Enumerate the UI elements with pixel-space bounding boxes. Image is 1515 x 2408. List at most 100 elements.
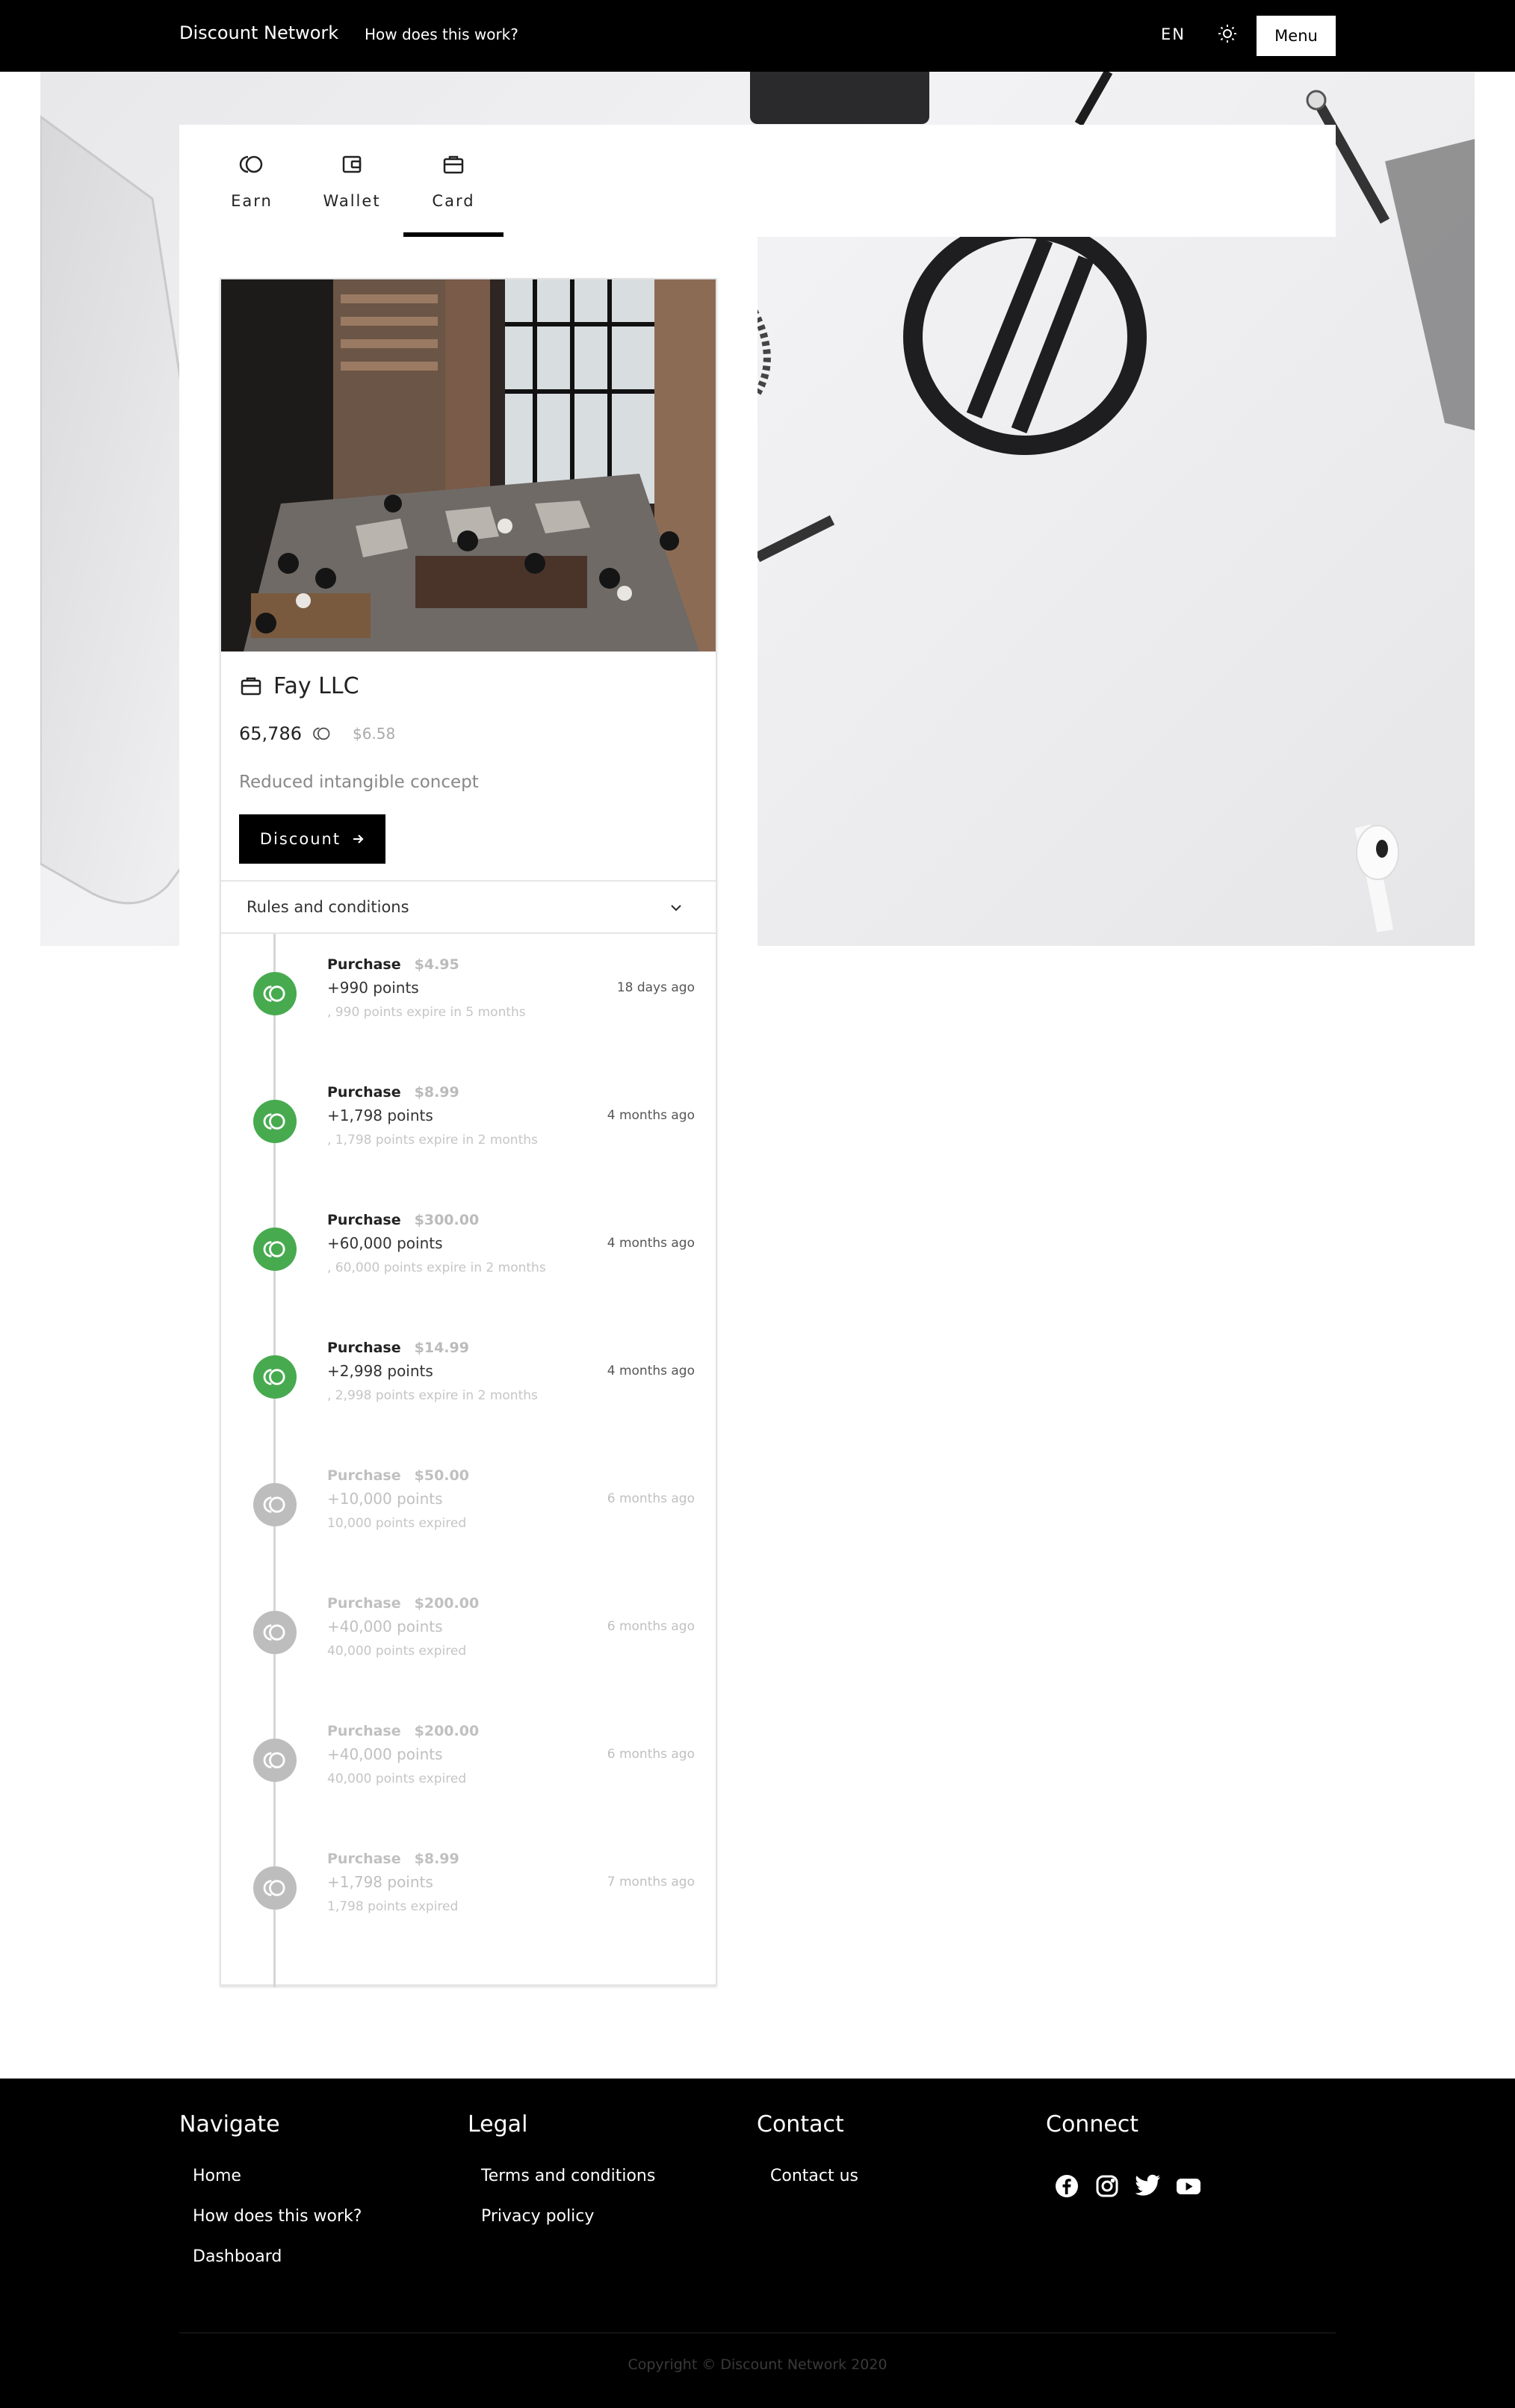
youtube-icon[interactable] (1176, 2174, 1200, 2198)
tab-wallet-label: Wallet (323, 192, 381, 210)
transaction-amount: $8.99 (414, 1084, 459, 1101)
transaction-amount: $50.00 (414, 1467, 469, 1484)
brand-link[interactable]: Discount Network (179, 22, 338, 43)
transaction-points: +1,798 points (327, 1106, 433, 1124)
how-it-works-link[interactable]: How does this work? (365, 25, 518, 43)
coin-icon (253, 1355, 297, 1399)
transaction-expiry-note: , 2,998 points expire in 2 months (327, 1388, 538, 1403)
footer-legal: Legal Terms and conditions Privacy polic… (468, 2111, 655, 2226)
footer-heading-contact: Contact (757, 2111, 844, 2138)
footer-link-home[interactable]: Home (193, 2167, 241, 2185)
coin-icon (253, 1866, 297, 1910)
discount-button-label: Discount (259, 830, 341, 848)
transaction-time: 7 months ago (607, 1875, 695, 1889)
transaction-title: Purchase (327, 1595, 401, 1612)
tab-bar: Earn Wallet Card (179, 125, 1336, 237)
discount-button[interactable]: Discount (239, 814, 385, 864)
transaction-expiry-note: 40,000 points expired (327, 1644, 467, 1659)
footer-link-privacy[interactable]: Privacy policy (481, 2207, 594, 2226)
card-icon (241, 677, 261, 696)
sun-icon[interactable] (1216, 22, 1239, 45)
timeline-item: Purchase $300.00 +60,000 points , 60,000 po… (221, 1188, 716, 1316)
copyright-text: Copyright © Discount Network 2020 (628, 2356, 887, 2373)
transaction-header: Purchase $200.00 (327, 1595, 479, 1612)
transaction-title: Purchase (327, 1084, 401, 1101)
tab-wallet[interactable]: Wallet (302, 125, 402, 237)
footer-heading-connect: Connect (1046, 2111, 1139, 2138)
transaction-points: +990 points (327, 979, 419, 997)
transaction-time: 6 months ago (607, 1619, 695, 1634)
coin-icon (239, 155, 263, 173)
coin-icon (313, 727, 330, 740)
merchant-name: Fay LLC (273, 672, 359, 699)
footer-link-contact[interactable]: Contact us (770, 2167, 858, 2185)
timeline-item: Purchase $200.00 +40,000 points 40,000 poin… (221, 1699, 716, 1827)
top-navbar: Discount Network How does this work? EN … (0, 0, 1515, 72)
footer-link-dashboard[interactable]: Dashboard (193, 2247, 282, 2266)
transaction-points: +40,000 points (327, 1745, 443, 1763)
transaction-points: +1,798 points (327, 1873, 433, 1891)
footer-link-how[interactable]: How does this work? (193, 2207, 362, 2226)
transaction-amount: $14.99 (414, 1340, 469, 1356)
coin-icon (253, 1739, 297, 1782)
tab-card[interactable]: Card (403, 125, 504, 237)
transaction-header: Purchase $8.99 (327, 1851, 459, 1867)
transaction-header: Purchase $50.00 (327, 1467, 469, 1484)
transaction-amount: $8.99 (414, 1851, 459, 1867)
transaction-points: +60,000 points (327, 1234, 443, 1252)
transaction-time: 4 months ago (607, 1364, 695, 1378)
card-title-row: Fay LLC (239, 671, 359, 701)
merchant-photo (221, 279, 716, 651)
coin-icon (253, 1228, 297, 1271)
timeline-item: Purchase $200.00 +40,000 points 40,000 poin… (221, 1571, 716, 1699)
menu-button[interactable]: Menu (1257, 16, 1336, 56)
transaction-title: Purchase (327, 956, 401, 973)
transaction-time: 4 months ago (607, 1236, 695, 1251)
dollar-value: $6.58 (352, 725, 396, 743)
footer-connect: Connect (1046, 2111, 1138, 2138)
points-value: 65,786 (239, 723, 302, 744)
card-icon (443, 155, 464, 174)
coin-icon (253, 972, 297, 1015)
coin-icon (253, 1483, 297, 1526)
coin-icon (253, 1100, 297, 1143)
transaction-points: +2,998 points (327, 1362, 433, 1380)
transaction-time: 4 months ago (607, 1108, 695, 1123)
transaction-amount: $200.00 (414, 1723, 480, 1739)
transaction-header: Purchase $8.99 (327, 1084, 459, 1101)
transaction-amount: $4.95 (414, 956, 459, 973)
transaction-time: 6 months ago (607, 1747, 695, 1762)
timeline-item: Purchase $14.99 +2,998 points , 2,998 point… (221, 1316, 716, 1443)
language-selector[interactable]: EN (1161, 25, 1186, 43)
merchant-description: Reduced intangible concept (239, 773, 479, 792)
footer-heading-navigate: Navigate (179, 2111, 280, 2138)
footer-link-terms[interactable]: Terms and conditions (481, 2167, 655, 2185)
timeline-item: Purchase $4.95 +990 points , 990 points exp… (221, 932, 716, 1060)
transaction-header: Purchase $200.00 (327, 1723, 479, 1739)
chevron-down-icon (671, 905, 681, 911)
transaction-title: Purchase (327, 1467, 401, 1484)
timeline-item: Purchase $50.00 +10,000 points 10,000 point… (221, 1443, 716, 1571)
transaction-points: +10,000 points (327, 1490, 443, 1508)
facebook-icon[interactable] (1055, 2174, 1079, 2198)
footer-heading-legal: Legal (468, 2111, 528, 2138)
instagram-icon[interactable] (1095, 2174, 1119, 2198)
transaction-time: 18 days ago (616, 980, 695, 995)
footer-contact: Contact Contact us (757, 2111, 858, 2185)
transaction-title: Purchase (327, 1723, 401, 1739)
transaction-expiry-note: , 60,000 points expire in 2 months (327, 1260, 546, 1275)
footer-navigate: Navigate Home How does this work? Dashbo… (179, 2111, 362, 2266)
transaction-title: Purchase (327, 1340, 401, 1356)
transaction-time: 6 months ago (607, 1491, 695, 1506)
tab-earn[interactable]: Earn (202, 125, 302, 237)
transaction-expiry-note: 10,000 points expired (327, 1516, 467, 1531)
rules-accordion[interactable]: Rules and conditions (221, 880, 716, 934)
transaction-expiry-note: , 1,798 points expire in 2 months (327, 1133, 538, 1148)
twitter-icon[interactable] (1135, 2174, 1160, 2198)
tab-earn-label: Earn (231, 192, 273, 210)
transaction-amount: $300.00 (414, 1212, 480, 1228)
transaction-title: Purchase (327, 1212, 401, 1228)
rules-label: Rules and conditions (247, 898, 409, 916)
transaction-expiry-note: 40,000 points expired (327, 1771, 467, 1786)
footer: Navigate Home How does this work? Dashbo… (0, 2079, 1515, 2408)
